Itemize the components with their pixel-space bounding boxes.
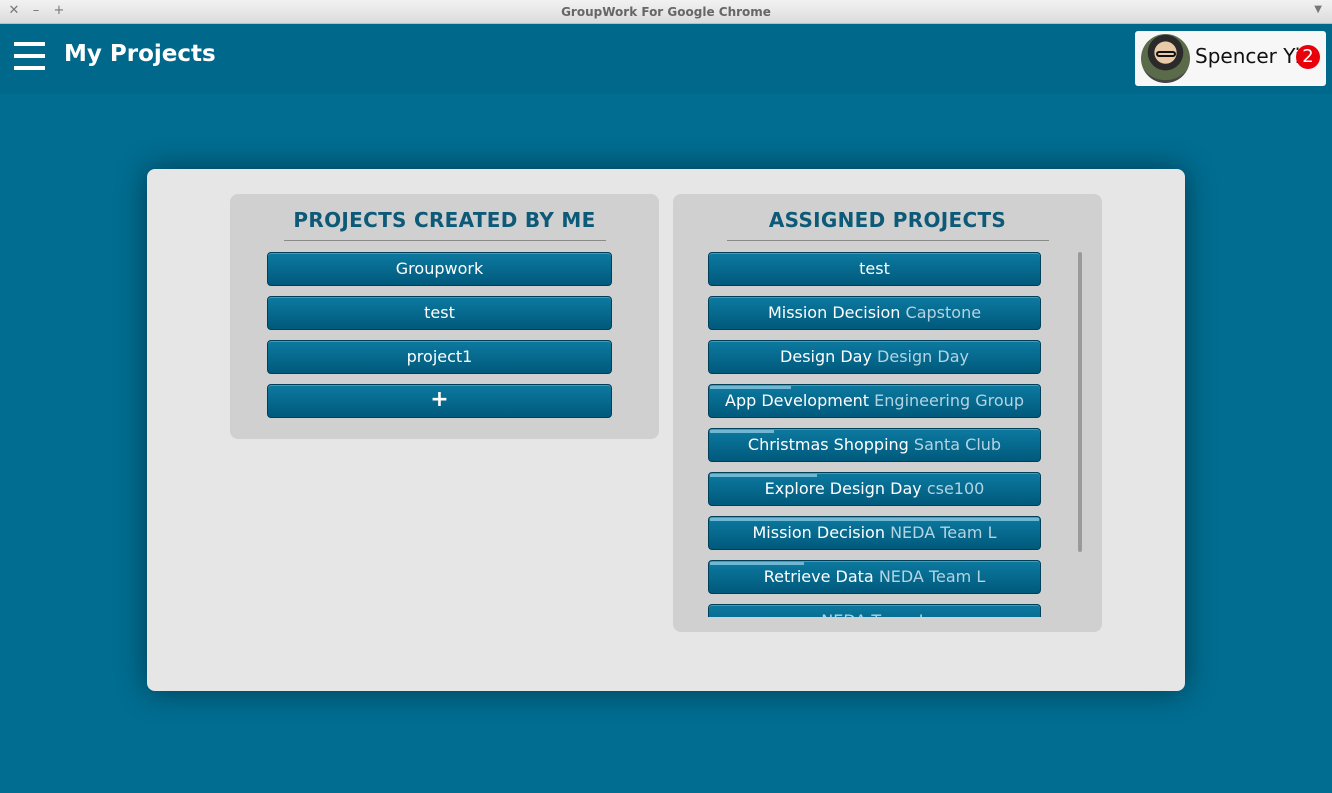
- progress-bar: [710, 430, 775, 433]
- project-button[interactable]: test: [267, 296, 612, 330]
- project-name: App Development: [725, 391, 870, 410]
- project-button[interactable]: project1: [267, 340, 612, 374]
- progress-bar: [710, 518, 1039, 521]
- created-projects-heading: PROJECTS CREATED BY ME: [293, 208, 596, 232]
- progress-bar: [710, 562, 804, 565]
- user-name: Spencer Yi: [1195, 44, 1301, 68]
- page-title: My Projects: [64, 41, 216, 67]
- group-name: NEDA Team L: [890, 523, 997, 542]
- project-name: Retrieve Data: [763, 567, 874, 586]
- projects-card: PROJECTS CREATED BY ME Groupwork test pr…: [147, 169, 1185, 691]
- assigned-projects-list: test Mission Decision Capstone Design Day …: [708, 252, 1042, 617]
- heading-divider: [727, 240, 1049, 241]
- app-header: My Projects Spencer Yi 2: [0, 24, 1332, 94]
- assigned-project-button[interactable]: Mission Decision Capstone: [708, 296, 1041, 330]
- group-name: Santa Club: [913, 435, 1002, 454]
- group-name: cse100: [926, 479, 985, 498]
- assigned-project-button[interactable]: NEDA Team L: [708, 604, 1041, 617]
- assigned-project-button[interactable]: test: [708, 252, 1041, 286]
- group-name: NEDA Team L: [821, 611, 927, 617]
- project-name: Design Day: [780, 347, 872, 366]
- window-menu-chevron-icon[interactable]: ▼: [1314, 4, 1322, 15]
- user-profile-button[interactable]: Spencer Yi 2: [1135, 31, 1326, 86]
- notification-badge[interactable]: 2: [1296, 45, 1320, 69]
- plus-icon: +: [430, 387, 449, 412]
- group-name: Engineering Group: [874, 391, 1024, 410]
- project-button[interactable]: Groupwork: [267, 252, 612, 286]
- assigned-project-button[interactable]: Design Day Design Day: [708, 340, 1041, 374]
- progress-bar: [710, 386, 791, 389]
- group-name: NEDA Team L: [878, 567, 986, 586]
- project-name: test: [859, 259, 890, 278]
- assigned-project-button[interactable]: Retrieve Data NEDA Team L: [708, 560, 1041, 594]
- assigned-project-button[interactable]: Explore Design Day cse100: [708, 472, 1041, 506]
- assigned-project-button[interactable]: App Development Engineering Group: [708, 384, 1041, 418]
- avatar: [1141, 34, 1190, 83]
- heading-divider: [284, 240, 606, 241]
- project-name: Mission Decision: [767, 303, 901, 322]
- assigned-project-button[interactable]: Christmas Shopping Santa Club: [708, 428, 1041, 462]
- project-name: Christmas Shopping: [747, 435, 909, 454]
- hamburger-menu-icon[interactable]: [14, 42, 45, 72]
- assigned-project-button[interactable]: Mission Decision NEDA Team L: [708, 516, 1041, 550]
- assigned-projects-heading: ASSIGNED PROJECTS: [768, 208, 1007, 232]
- created-projects-panel: PROJECTS CREATED BY ME Groupwork test pr…: [230, 194, 659, 439]
- project-name: Explore Design Day: [764, 479, 922, 498]
- group-name: Design Day: [877, 347, 969, 366]
- window-title: GroupWork For Google Chrome: [561, 5, 771, 19]
- progress-bar: [710, 474, 818, 477]
- window-titlebar: ✕ – + GroupWork For Google Chrome ▼: [0, 0, 1332, 24]
- assigned-projects-panel: ASSIGNED PROJECTS test Mission Decision C…: [673, 194, 1102, 632]
- add-project-button[interactable]: +: [267, 384, 612, 418]
- project-name: Mission Decision: [752, 523, 885, 542]
- group-name: Capstone: [905, 303, 982, 322]
- scrollbar[interactable]: [1078, 252, 1082, 552]
